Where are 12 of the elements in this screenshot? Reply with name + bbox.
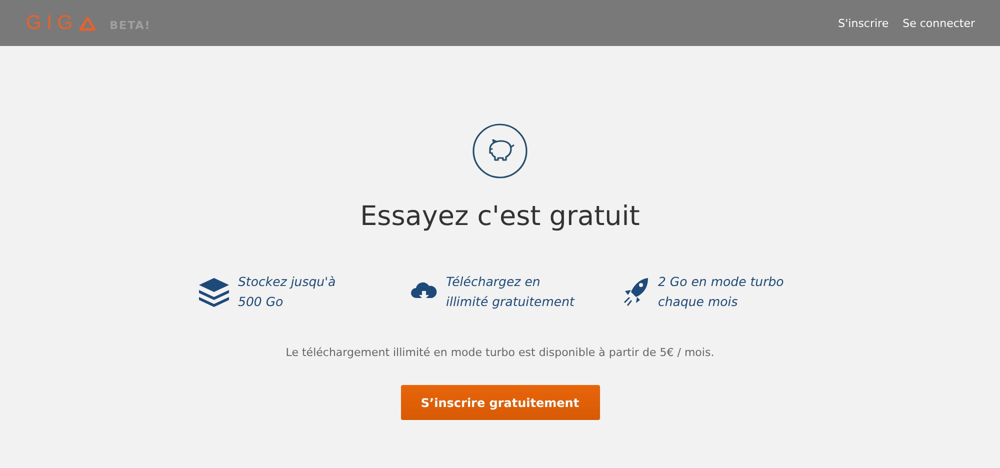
piggy-bank-icon: [472, 123, 528, 179]
feature-text: Stockez jusqu'à 500 Go: [238, 273, 336, 311]
pricing-note: Le téléchargement illimité en mode turbo est disponible à partir de 5€ / mois.: [286, 346, 714, 359]
triangle-icon: [78, 16, 96, 30]
nav-link[interactable]: S'inscrire: [838, 16, 889, 30]
rocket-icon: [622, 277, 650, 307]
feature-text: 2 Go en mode turbo chaque mois: [658, 273, 784, 311]
feature-text: Téléchargez en illimité gratuitement: [446, 273, 574, 311]
stack-icon: [198, 277, 230, 307]
page-title: Essayez c'est gratuit: [360, 201, 640, 232]
nav-link[interactable]: Se connecter: [902, 16, 975, 30]
signup-button[interactable]: S’inscrire gratuitement: [400, 385, 600, 420]
